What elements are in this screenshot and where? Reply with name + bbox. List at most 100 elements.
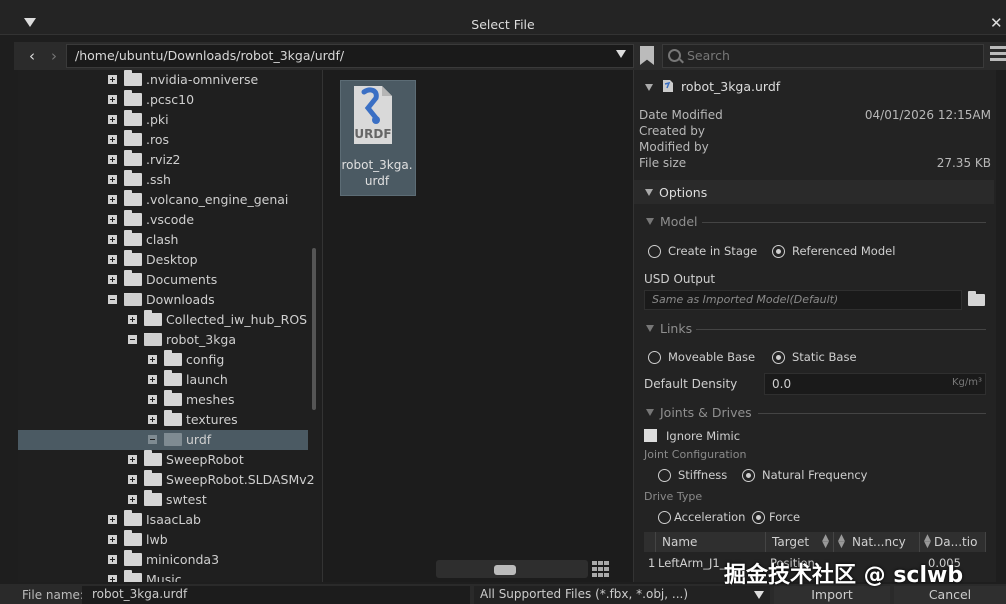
file-type-dropdown-icon[interactable] (754, 591, 764, 599)
tree-item[interactable]: IsaacLab (18, 510, 308, 530)
moveable-base-label: Moveable Base (668, 350, 756, 364)
urdf-icon-label: URDF (354, 127, 391, 141)
tree-item[interactable]: Collected_iw_hub_ROS (18, 310, 308, 330)
tree-item[interactable]: .volcano_engine_genai (18, 190, 308, 210)
scroll-thumb[interactable] (494, 565, 516, 575)
expand-toggle-icon[interactable] (108, 195, 117, 204)
expand-toggle-icon[interactable] (148, 355, 157, 364)
tree-item[interactable]: miniconda3 (18, 550, 308, 570)
search-input[interactable]: Search (662, 44, 984, 68)
col-header-damping[interactable]: ▲ ▼ Da...tio (920, 532, 986, 552)
tree-item[interactable]: meshes (18, 390, 308, 410)
forward-arrow-icon[interactable]: › (44, 47, 64, 65)
tree-item[interactable]: clash (18, 230, 308, 250)
expand-toggle-icon[interactable] (108, 235, 117, 244)
menu-icon[interactable] (990, 46, 1006, 64)
tree-item[interactable]: SweepRobot (18, 450, 308, 470)
divider (758, 413, 986, 414)
dialog-title: Select File (471, 17, 535, 32)
tree-scrollbar[interactable] (312, 248, 316, 410)
radio-static-base[interactable] (772, 351, 785, 364)
options-collapse-icon[interactable] (645, 189, 653, 196)
created-by-label: Created by (639, 124, 706, 138)
tree-item[interactable]: urdf (18, 430, 308, 450)
path-input[interactable]: /home/ubuntu/Downloads/robot_3kga/urdf/ (66, 44, 634, 68)
tree-item[interactable]: Music (18, 570, 308, 582)
radio-natural-frequency[interactable] (742, 469, 755, 482)
expand-toggle-icon[interactable] (108, 255, 117, 264)
tree-item[interactable]: .ssh (18, 170, 308, 190)
expand-toggle-icon[interactable] (148, 415, 157, 424)
tree-item[interactable]: .pcsc10 (18, 90, 308, 110)
expand-toggle-icon[interactable] (148, 375, 157, 384)
folder-icon (124, 170, 142, 186)
tree-item[interactable]: .rviz2 (18, 150, 308, 170)
col-header-natfreq[interactable]: ▲ ▼ Nat...ncy (834, 532, 920, 552)
folder-icon (164, 370, 182, 386)
details-filename: robot_3kga.urdf (681, 79, 781, 94)
back-arrow-icon[interactable]: ‹ (22, 47, 42, 65)
tree-item[interactable]: .nvidia-omniverse (18, 70, 308, 90)
expand-toggle-icon[interactable] (108, 575, 117, 582)
expand-toggle-icon[interactable] (108, 75, 117, 84)
tree-item[interactable]: textures (18, 410, 308, 430)
collapse-toggle-icon[interactable] (148, 435, 157, 444)
joints-collapse-icon[interactable] (646, 409, 654, 416)
tree-item-label: launch (186, 372, 228, 387)
tree-item[interactable]: Desktop (18, 250, 308, 270)
col-header-name[interactable]: Name (656, 532, 766, 552)
tree-item[interactable]: SweepRobot.SLDASMv2 (18, 470, 315, 490)
tree-item[interactable]: Documents (18, 270, 308, 290)
details-scrollbar[interactable] (996, 70, 1006, 582)
folder-icon (124, 250, 142, 266)
tree-item[interactable]: swtest (18, 490, 308, 510)
expand-toggle-icon[interactable] (108, 555, 117, 564)
default-density-value: 0.0 (772, 377, 792, 391)
expand-toggle-icon[interactable] (108, 515, 117, 524)
tree-item[interactable]: robot_3kga (18, 330, 308, 350)
radio-acceleration[interactable] (658, 511, 671, 524)
tree-item[interactable]: Downloads (18, 290, 308, 310)
expand-toggle-icon[interactable] (108, 95, 117, 104)
expand-toggle-icon[interactable] (128, 455, 137, 464)
expand-toggle-icon[interactable] (108, 155, 117, 164)
path-dropdown-icon[interactable] (616, 50, 626, 58)
tree-item[interactable]: lwb (18, 530, 308, 550)
filename-input[interactable]: robot_3kga.urdf (82, 586, 470, 604)
radio-referenced-model[interactable] (772, 245, 785, 258)
tree-item[interactable]: .pki (18, 110, 308, 130)
tree-item[interactable]: config (18, 350, 308, 370)
links-collapse-icon[interactable] (646, 325, 654, 332)
radio-force[interactable] (752, 511, 765, 524)
expand-toggle-icon[interactable] (108, 175, 117, 184)
radio-moveable-base[interactable] (648, 351, 661, 364)
collapse-toggle-icon[interactable] (128, 335, 137, 344)
tree-item[interactable]: .vscode (18, 210, 308, 230)
tree-item[interactable]: .ros (18, 130, 308, 150)
expand-toggle-icon[interactable] (108, 275, 117, 284)
tree-item[interactable]: launch (18, 370, 308, 390)
model-collapse-icon[interactable] (646, 218, 654, 225)
browse-folder-icon[interactable] (968, 291, 985, 306)
expand-toggle-icon[interactable] (128, 495, 137, 504)
expand-toggle-icon[interactable] (108, 535, 117, 544)
ignore-mimic-checkbox[interactable] (644, 429, 657, 442)
file-size-label: File size (639, 156, 687, 170)
expand-toggle-icon[interactable] (148, 395, 157, 404)
file-item-name: robot_3kga. (341, 158, 413, 172)
expand-toggle-icon[interactable] (128, 315, 137, 324)
expand-toggle-icon[interactable] (108, 215, 117, 224)
close-icon[interactable]: ✕ (990, 14, 1003, 32)
tree-item-label: textures (186, 412, 238, 427)
stiffness-label: Stiffness (678, 468, 728, 482)
expand-toggle-icon[interactable] (108, 135, 117, 144)
details-collapse-icon[interactable] (645, 84, 653, 91)
radio-create-in-stage[interactable] (648, 245, 661, 258)
collapse-toggle-icon[interactable] (108, 295, 117, 304)
expand-toggle-icon[interactable] (128, 475, 137, 484)
grid-view-icon[interactable] (592, 561, 610, 577)
file-icon (663, 80, 673, 92)
col-header-target[interactable]: Target ▲ ▼ (766, 532, 834, 552)
radio-stiffness[interactable] (658, 469, 671, 482)
expand-toggle-icon[interactable] (108, 115, 117, 124)
